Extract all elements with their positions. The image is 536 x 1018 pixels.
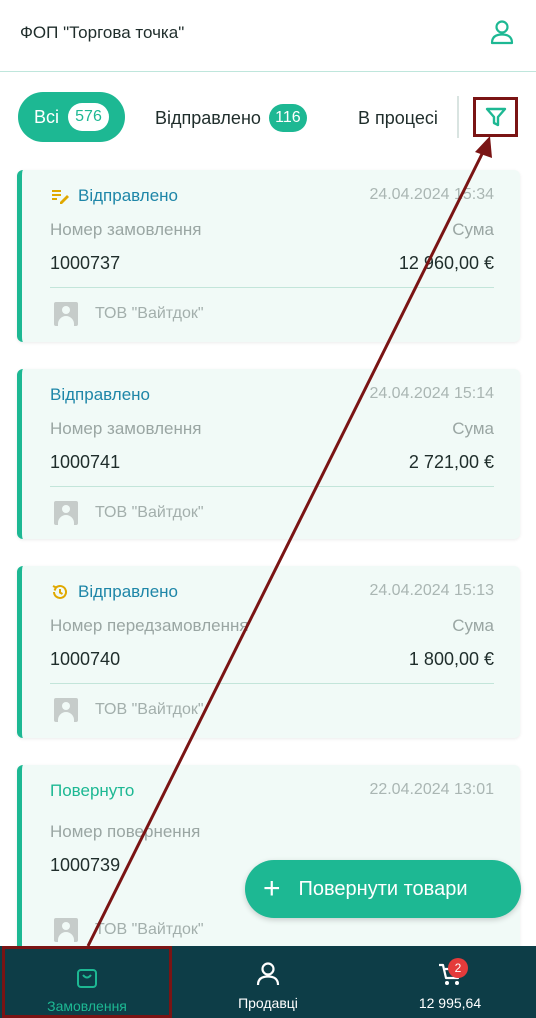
order-number-label: Номер передзамовлення: [50, 616, 249, 635]
order-number: 1000741: [50, 452, 121, 472]
user-icon[interactable]: [489, 19, 515, 45]
app-header: ФОП "Торгова точка": [0, 0, 536, 72]
order-sum-label: Сума: [452, 419, 494, 438]
tab-all-label: Всі: [34, 106, 60, 127]
return-goods-button[interactable]: + Повернути товари: [245, 860, 521, 918]
order-status-label: Відправлено: [50, 385, 151, 404]
seller-avatar-icon: [54, 501, 78, 525]
order-status: Відправлено: [50, 385, 150, 405]
page-title: ФОП "Торгова точка": [20, 23, 185, 42]
order-number-label: Номер повернення: [50, 822, 201, 841]
order-sum-label: Сума: [452, 616, 494, 635]
order-number: 1000740: [50, 649, 121, 669]
order-number-label: Номер замовлення: [50, 220, 202, 239]
order-status: Повернуто: [50, 781, 134, 801]
tab-sent-count: 116: [268, 104, 307, 132]
nav-sellers[interactable]: Продавці: [200, 946, 336, 1018]
bag-icon: [77, 969, 97, 988]
seller-name: ТОВ "Вайтдок": [95, 305, 204, 322]
order-seller: ТОВ "Вайтдок": [54, 918, 204, 942]
tab-sent[interactable]: Відправлено 116: [155, 92, 307, 144]
status-tabs: Всі 576 Відправлено 116 В процесі: [0, 92, 536, 144]
tabs-divider: [457, 96, 459, 138]
cart-badge: 2: [448, 958, 468, 978]
order-sum: 12 960,00 €: [398, 253, 494, 273]
bottom-nav: Замовлення Продавці 2 12 995,64: [0, 946, 536, 1018]
tab-in-progress[interactable]: В процесі: [358, 92, 438, 144]
tab-in-progress-label: В процесі: [358, 107, 438, 128]
nav-cart[interactable]: 2 12 995,64: [390, 946, 510, 1018]
order-card[interactable]: Відправлено 24.04.2024 15:14 Номер замов…: [17, 369, 520, 539]
card-divider: [50, 683, 494, 684]
order-status: Відправлено: [50, 582, 178, 602]
nav-cart-total: 12 995,64: [418, 995, 482, 1011]
seller-name: ТОВ "Вайтдок": [95, 701, 204, 718]
card-divider: [50, 486, 494, 487]
seller-name: ТОВ "Вайтдок": [95, 921, 204, 938]
order-date: 24.04.2024 15:14: [369, 385, 494, 402]
order-sum: 1 800,00 €: [408, 649, 494, 669]
filter-button[interactable]: [473, 97, 518, 137]
return-goods-label: Повернути товари: [298, 877, 468, 900]
person-icon: [256, 962, 280, 986]
order-number: 1000739: [50, 855, 121, 875]
tab-all-count: 576: [68, 103, 110, 131]
order-sum: 2 721,00 €: [408, 452, 494, 472]
nav-orders-label: Замовлення: [47, 998, 127, 1014]
order-status-label: Повернуто: [50, 781, 135, 800]
order-seller: ТОВ "Вайтдок": [54, 302, 204, 326]
order-card[interactable]: Відправлено 24.04.2024 15:34 Номер замов…: [17, 170, 520, 342]
plus-icon: +: [263, 872, 281, 905]
history-icon: [52, 584, 67, 599]
edit-list-icon: [52, 190, 69, 204]
nav-sellers-label: Продавці: [238, 995, 298, 1011]
filter-icon: [485, 107, 506, 127]
order-date: 24.04.2024 15:13: [369, 582, 494, 599]
order-sum-label: Сума: [452, 220, 494, 239]
seller-avatar-icon: [54, 302, 78, 326]
tab-all[interactable]: Всі 576: [18, 92, 125, 142]
order-number: 1000737: [50, 253, 121, 273]
tab-sent-label: Відправлено: [155, 107, 261, 128]
order-seller: ТОВ "Вайтдок": [54, 501, 204, 525]
order-card[interactable]: Відправлено 24.04.2024 15:13 Номер перед…: [17, 566, 520, 738]
order-status-label: Відправлено: [78, 582, 179, 601]
order-status: Відправлено: [50, 186, 178, 206]
order-number-label: Номер замовлення: [50, 419, 202, 438]
nav-orders[interactable]: Замовлення: [2, 946, 172, 1018]
seller-name: ТОВ "Вайтдок": [95, 504, 204, 521]
seller-avatar-icon: [54, 918, 78, 942]
order-status-label: Відправлено: [78, 186, 179, 205]
order-seller: ТОВ "Вайтдок": [54, 698, 204, 722]
order-date: 24.04.2024 15:34: [369, 186, 494, 203]
order-date: 22.04.2024 13:01: [369, 781, 494, 798]
seller-avatar-icon: [54, 698, 78, 722]
card-divider: [50, 287, 494, 288]
